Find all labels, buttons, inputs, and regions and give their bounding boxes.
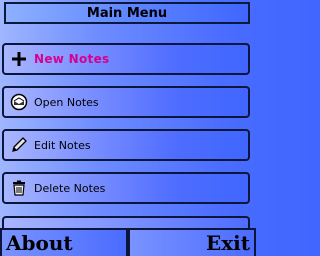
menu-item-label: Edit Notes [34, 138, 91, 152]
plus-icon [10, 50, 28, 68]
open-mailbox-icon [10, 93, 28, 111]
menu-item-label: New Notes [34, 52, 110, 66]
exit-softkey[interactable]: Exit [128, 228, 256, 256]
menu-item-partial[interactable] [2, 216, 250, 228]
page-title: Main Menu [4, 2, 250, 24]
menu-item-edit-notes[interactable]: Edit Notes [2, 129, 250, 161]
softkey-bar: About Exit [0, 228, 256, 256]
about-label: About [6, 231, 73, 255]
menu-item-label: Delete Notes [34, 181, 106, 195]
pencil-icon [10, 136, 28, 154]
menu-item-label: Open Notes [34, 95, 99, 109]
page-title-text: Main Menu [86, 5, 168, 21]
menu-item-delete-notes[interactable]: Delete Notes [2, 172, 250, 204]
trash-icon [10, 179, 28, 197]
exit-label: Exit [205, 231, 250, 255]
menu-item-open-notes[interactable]: Open Notes [2, 86, 250, 118]
about-softkey[interactable]: About [0, 228, 128, 256]
menu-item-new-notes[interactable]: New Notes [2, 43, 250, 75]
